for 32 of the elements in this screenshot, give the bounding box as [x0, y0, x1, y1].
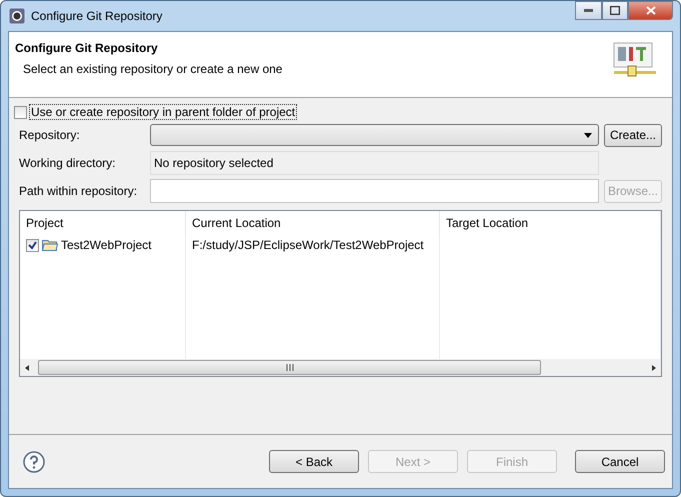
- minimize-button[interactable]: [575, 1, 602, 20]
- close-button[interactable]: [628, 1, 673, 20]
- folder-icon: [42, 239, 58, 251]
- column-header[interactable]: Target Location: [440, 211, 661, 234]
- checkbox[interactable]: [26, 238, 39, 252]
- working-directory-label: Working directory:: [19, 156, 116, 170]
- path-label: Path within repository:: [19, 184, 138, 198]
- minimize-icon: [584, 9, 593, 12]
- path-field[interactable]: [150, 179, 599, 203]
- create-button[interactable]: Create...: [604, 124, 662, 146]
- horizontal-scrollbar[interactable]: [20, 359, 661, 376]
- repository-label: Repository:: [19, 128, 81, 142]
- working-directory-field: No repository selected: [150, 151, 599, 175]
- column-header[interactable]: Project: [20, 211, 186, 234]
- scroll-thumb[interactable]: [38, 360, 541, 375]
- dropdown-arrow-icon: [584, 132, 592, 138]
- page-description: Select an existing repository or create a new one: [23, 62, 284, 76]
- maximize-button[interactable]: [602, 1, 628, 20]
- column-header[interactable]: Current Location: [186, 211, 440, 234]
- maximize-icon: [610, 6, 620, 15]
- repository-dropdown[interactable]: [150, 124, 599, 146]
- table-cell-text: Test2WebProject: [61, 237, 152, 254]
- table-cell-text: F:/study/JSP/EclipseWork/Test2WebProject: [192, 237, 425, 254]
- wizard-button[interactable]: < Back: [269, 450, 359, 473]
- checkbox-label: Use or create repository in parent folder of project: [29, 104, 298, 120]
- page-title: Configure Git Repository: [15, 41, 159, 55]
- gear-icon: [9, 8, 25, 24]
- help-icon[interactable]: [23, 450, 45, 472]
- window-title: Configure Git Repository: [31, 9, 162, 23]
- wizard-button[interactable]: Cancel: [575, 450, 665, 473]
- close-icon: [646, 6, 656, 15]
- checkbox[interactable]: [14, 106, 27, 118]
